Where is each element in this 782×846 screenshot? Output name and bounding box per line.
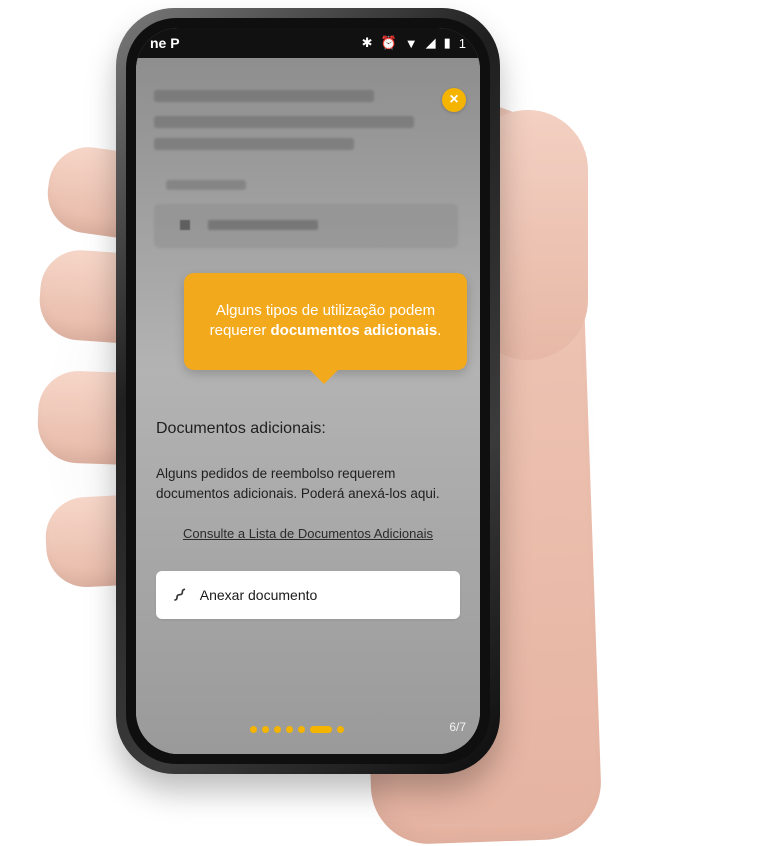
pager-dot[interactable] — [262, 726, 269, 733]
tooltip: Alguns tipos de utilização podem requere… — [184, 273, 467, 384]
pager-dot[interactable] — [250, 726, 257, 733]
phone-screen: ne P ✱ ⏰ ▼ ◢ ▮ 1 × Alguns tipos de utili… — [136, 28, 480, 754]
paperclip-icon: ⌇ — [167, 584, 190, 607]
blurred-file-name — [208, 220, 318, 230]
pager-dot[interactable] — [298, 726, 305, 733]
attach-document-button[interactable]: ⌇ Anexar documento — [156, 571, 460, 619]
tooltip-line-2: requerer documentos adicionais. — [198, 321, 453, 341]
battery-icon: ▮ — [443, 35, 451, 50]
tooltip-prefix: requerer — [209, 322, 271, 339]
pager-dot[interactable] — [337, 726, 344, 733]
tooltip-suffix: . — [437, 322, 442, 339]
attach-document-label: Anexar documento — [199, 587, 318, 603]
alarm-icon: ⏰ — [380, 35, 397, 50]
carrier-text: ne P — [150, 35, 180, 51]
blurred-close-icon — [180, 220, 190, 230]
phone: ne P ✱ ⏰ ▼ ◢ ▮ 1 × Alguns tipos de utili… — [116, 8, 500, 774]
clock-text: 1 — [458, 35, 466, 51]
page-count: 6/7 — [449, 720, 466, 734]
section-title: Documentos adicionais: — [156, 420, 326, 437]
pager-dots — [250, 726, 344, 733]
status-icons: ✱ ⏰ ▼ ◢ ▮ 1 — [362, 35, 466, 51]
tooltip-line-1: Alguns tipos de utilização podem — [215, 302, 436, 319]
blurred-text — [154, 138, 354, 150]
close-icon: × — [449, 91, 459, 108]
pager-dot[interactable] — [286, 726, 293, 733]
pager: 6/7 — [136, 720, 480, 744]
pager-dot[interactable] — [274, 726, 281, 733]
background-overlay — [136, 58, 480, 754]
blurred-text — [154, 90, 374, 102]
pager-dot-active[interactable] — [310, 726, 332, 733]
content: Documentos adicionais: Alguns pedidos de… — [156, 420, 460, 619]
blurred-label — [166, 180, 246, 190]
status-bar: ne P ✱ ⏰ ▼ ◢ ▮ 1 — [136, 28, 480, 58]
signal-icon: ◢ — [425, 35, 436, 50]
close-button[interactable]: × — [442, 88, 466, 112]
blurred-text — [154, 116, 414, 128]
wifi-icon: ▼ — [404, 35, 418, 51]
additional-docs-link[interactable]: Consulte a Lista de Documentos Adicionai… — [156, 526, 460, 541]
bluetooth-icon: ✱ — [361, 35, 373, 50]
tooltip-bold: documentos adicionais — [270, 322, 438, 339]
section-description: Alguns pedidos de reembolso requerem doc… — [156, 466, 440, 501]
